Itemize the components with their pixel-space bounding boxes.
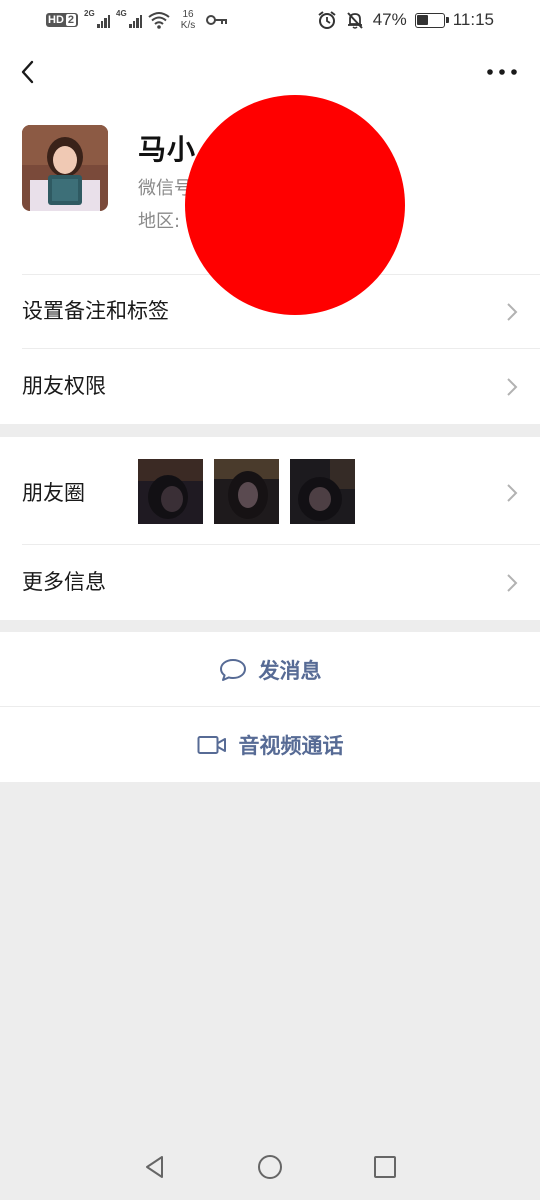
more-info-label: 更多信息 xyxy=(22,570,106,594)
status-time: 11:15 xyxy=(452,10,494,29)
moments-thumbnails xyxy=(138,459,355,524)
status-left: HD 2 2G 4G 16 K/s xyxy=(46,8,228,32)
nav-bar xyxy=(0,40,540,104)
actions-group: 发消息 音视频通话 xyxy=(0,632,540,782)
chevron-right-icon xyxy=(507,303,518,321)
video-call-label: 音视频通话 xyxy=(238,733,344,758)
system-nav-bar xyxy=(0,1136,540,1200)
set-remark-label: 设置备注和标签 xyxy=(22,299,169,323)
moments-thumbnail xyxy=(138,459,203,524)
status-bar: HD 2 2G 4G 16 K/s 47% 11:15 xyxy=(0,0,540,40)
profile-name: 马小 xyxy=(138,133,197,166)
nav-recents-square-icon[interactable] xyxy=(370,1152,400,1182)
chevron-right-icon xyxy=(507,484,518,502)
moments-thumbnail xyxy=(290,459,355,524)
battery-icon xyxy=(414,12,449,28)
send-message-label: 发消息 xyxy=(258,658,322,683)
chevron-right-icon xyxy=(507,574,518,592)
video-camera-icon xyxy=(197,735,226,754)
avatar[interactable] xyxy=(22,125,108,211)
region-label: 地区: xyxy=(138,211,181,232)
send-message-button[interactable]: 发消息 xyxy=(0,632,540,707)
moments-thumbnail xyxy=(214,459,279,524)
key-icon xyxy=(206,15,228,25)
moments-row[interactable]: 朋友圈 xyxy=(0,437,540,557)
battery-fill xyxy=(417,15,429,25)
back-chevron-icon[interactable] xyxy=(12,54,48,90)
chat-bubble-icon xyxy=(219,658,246,681)
wifi-icon xyxy=(148,12,170,29)
signal-4g-icon: 4G xyxy=(116,9,143,30)
signal-2g-icon: 2G xyxy=(84,9,111,30)
friend-permissions-label: 朋友权限 xyxy=(22,374,106,398)
battery-percent: 47% xyxy=(372,10,407,29)
more-dots-icon[interactable] xyxy=(484,60,520,84)
mute-bell-icon xyxy=(346,12,363,29)
video-call-button[interactable]: 音视频通话 xyxy=(0,707,540,782)
more-info-row[interactable]: 更多信息 xyxy=(0,545,540,620)
alarm-icon xyxy=(318,11,336,29)
moments-label: 朋友圈 xyxy=(22,481,85,505)
nav-back-triangle-icon[interactable] xyxy=(140,1152,170,1182)
wechat-id-label: 微信号 xyxy=(138,178,192,199)
hd-badge: HD 2 xyxy=(46,13,79,27)
status-right: 47% 11:15 xyxy=(317,8,494,32)
network-speed: 16 K/s xyxy=(180,9,196,31)
info-group: 朋友圈 更多信息 xyxy=(0,437,540,620)
redaction-circle xyxy=(185,95,405,315)
friend-permissions-row[interactable]: 朋友权限 xyxy=(0,349,540,424)
nav-home-circle-icon[interactable] xyxy=(255,1152,285,1182)
chevron-right-icon xyxy=(507,378,518,396)
